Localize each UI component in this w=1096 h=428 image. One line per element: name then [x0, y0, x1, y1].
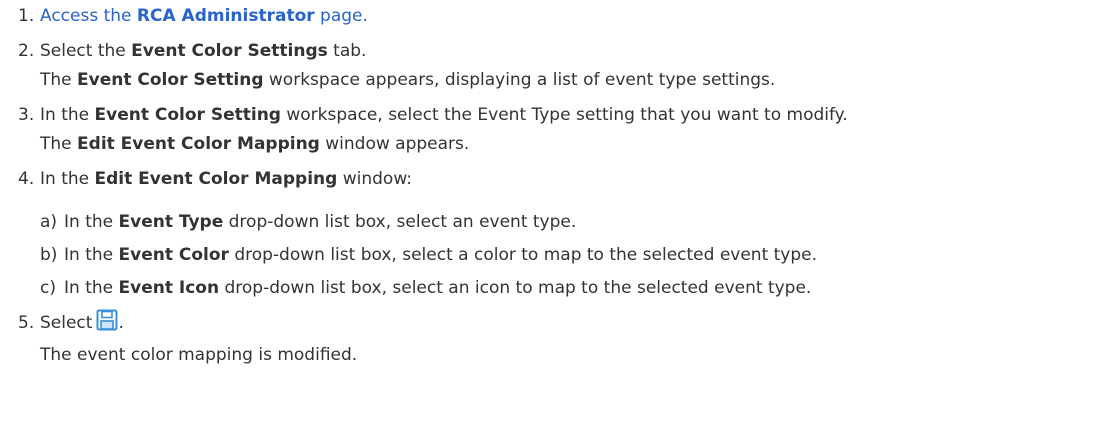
step-result: The Edit Event Color Mapping window appe… — [40, 134, 470, 154]
step-text: Select the Event Color Settings tab. — [40, 41, 367, 61]
step-body: In the Edit Event Color Mapping window: … — [40, 165, 1092, 303]
substep-text: In the Event Icon drop-down list box, se… — [64, 278, 812, 298]
substep-c: c) In the Event Icon drop-down list box,… — [40, 274, 1092, 303]
save-icon[interactable] — [96, 309, 118, 341]
substep-text: In the Event Type drop-down list box, se… — [64, 212, 577, 232]
substep-text: In the Event Color drop-down list box, s… — [64, 245, 818, 265]
step-number: 5. — [18, 313, 35, 333]
step-number: 1. — [18, 6, 35, 26]
step-text: In the Edit Event Color Mapping window: — [40, 169, 413, 189]
substeps: a) In the Event Type drop-down list box,… — [40, 208, 1092, 303]
step-body: Access the RCA Administrator page. — [40, 2, 1092, 31]
step-body: Select the Event Color Settings tab. The… — [40, 37, 1092, 95]
step-result: The Event Color Setting workspace appear… — [40, 70, 776, 90]
procedure-steps: 1. Access the RCA Administrator page. 2.… — [18, 2, 1092, 370]
step-body: In the Event Color Setting workspace, se… — [40, 101, 1092, 159]
step-text: In the Event Color Setting workspace, se… — [40, 105, 848, 125]
step-3: 3. In the Event Color Setting workspace,… — [18, 101, 1092, 159]
step-5: 5. Select. The event color mapping is mo… — [18, 309, 1092, 370]
rca-administrator-link[interactable]: Access the RCA Administrator page. — [40, 6, 368, 26]
step-number: 3. — [18, 105, 35, 125]
step-result: The event color mapping is modified. — [40, 345, 358, 365]
step-1: 1. Access the RCA Administrator page. — [18, 2, 1092, 31]
substep-a: a) In the Event Type drop-down list box,… — [40, 208, 1092, 237]
step-text: Select. — [40, 309, 124, 333]
substep-letter: c) — [40, 278, 56, 298]
step-body: Select. The event color mapping is modif… — [40, 309, 1092, 370]
step-4: 4. In the Edit Event Color Mapping windo… — [18, 165, 1092, 303]
step-number: 4. — [18, 169, 35, 189]
step-2: 2. Select the Event Color Settings tab. … — [18, 37, 1092, 95]
substep-b: b) In the Event Color drop-down list box… — [40, 241, 1092, 270]
substep-letter: b) — [40, 245, 58, 265]
step-number: 2. — [18, 41, 35, 61]
substep-letter: a) — [40, 212, 58, 232]
